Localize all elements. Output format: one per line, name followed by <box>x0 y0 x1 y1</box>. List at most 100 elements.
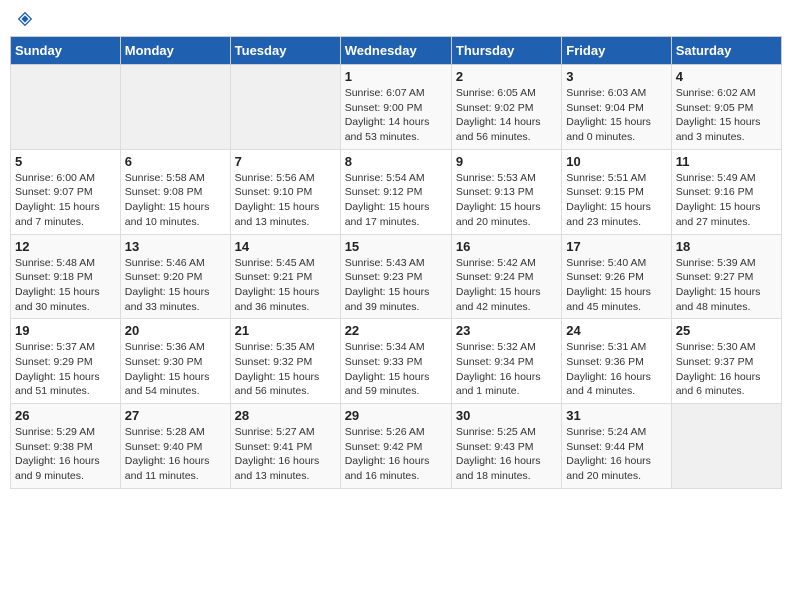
day-info: Sunrise: 5:49 AM Sunset: 9:16 PM Dayligh… <box>676 171 777 230</box>
calendar-cell: 24Sunrise: 5:31 AM Sunset: 9:36 PM Dayli… <box>562 319 671 404</box>
day-info: Sunrise: 5:34 AM Sunset: 9:33 PM Dayligh… <box>345 340 447 399</box>
calendar-cell: 16 Sunrise: 5:42 AM Sunset: 9:24 PM Dayli… <box>451 234 561 319</box>
day-number: 14 <box>235 239 336 254</box>
day-number: 7 <box>235 154 336 169</box>
day-number: 15 <box>345 239 447 254</box>
day-info: Sunrise: 6:00 AM Sunset: 9:07 PM Dayligh… <box>15 171 116 230</box>
day-number: 3 <box>566 69 666 84</box>
day-info: Sunrise: 5:26 AM Sunset: 9:42 PM Dayligh… <box>345 425 447 484</box>
header-day: Tuesday <box>230 37 340 65</box>
day-number: 30 <box>456 408 557 423</box>
calendar-cell: 20 Sunrise: 5:36 AM Sunset: 9:30 PM Dayli… <box>120 319 230 404</box>
calendar-cell: 15 Sunrise: 5:43 AM Sunset: 9:23 PM Dayli… <box>340 234 451 319</box>
day-number: 28 <box>235 408 336 423</box>
calendar-cell: 8Sunrise: 5:54 AM Sunset: 9:12 PM Daylig… <box>340 149 451 234</box>
calendar-cell: 26 Sunrise: 5:29 AM Sunset: 9:38 PM Dayli… <box>11 404 121 489</box>
day-number: 18 <box>676 239 777 254</box>
calendar-header: SundayMondayTuesdayWednesdayThursdayFrid… <box>11 37 782 65</box>
calendar-cell: 7 Sunrise: 5:56 AM Sunset: 9:10 PM Daylig… <box>230 149 340 234</box>
logo-icon <box>16 10 34 28</box>
calendar-cell: 9Sunrise: 5:53 AM Sunset: 9:13 PM Daylig… <box>451 149 561 234</box>
day-info: Sunrise: 5:32 AM Sunset: 9:34 PM Dayligh… <box>456 340 557 399</box>
day-info: Sunrise: 5:58 AM Sunset: 9:08 PM Dayligh… <box>125 171 226 230</box>
header-day: Sunday <box>11 37 121 65</box>
day-info: Sunrise: 5:48 AM Sunset: 9:18 PM Dayligh… <box>15 256 116 315</box>
calendar-cell: 23 Sunrise: 5:32 AM Sunset: 9:34 PM Dayli… <box>451 319 561 404</box>
day-info: Sunrise: 5:45 AM Sunset: 9:21 PM Dayligh… <box>235 256 336 315</box>
day-info: Sunrise: 5:31 AM Sunset: 9:36 PM Dayligh… <box>566 340 666 399</box>
day-number: 17 <box>566 239 666 254</box>
day-info: Sunrise: 6:03 AM Sunset: 9:04 PM Dayligh… <box>566 86 666 145</box>
calendar-cell: 17 Sunrise: 5:40 AM Sunset: 9:26 PM Dayli… <box>562 234 671 319</box>
header-day: Saturday <box>671 37 781 65</box>
day-info: Sunrise: 5:30 AM Sunset: 9:37 PM Dayligh… <box>676 340 777 399</box>
day-info: Sunrise: 5:35 AM Sunset: 9:32 PM Dayligh… <box>235 340 336 399</box>
header-day: Thursday <box>451 37 561 65</box>
day-number: 27 <box>125 408 226 423</box>
calendar-cell <box>230 65 340 150</box>
day-number: 26 <box>15 408 116 423</box>
day-number: 29 <box>345 408 447 423</box>
header-day: Wednesday <box>340 37 451 65</box>
calendar-week-row: 19 Sunrise: 5:37 AM Sunset: 9:29 PM Dayli… <box>11 319 782 404</box>
calendar-cell: 22 Sunrise: 5:34 AM Sunset: 9:33 PM Dayli… <box>340 319 451 404</box>
day-number: 23 <box>456 323 557 338</box>
calendar-cell: 5Sunrise: 6:00 AM Sunset: 9:07 PM Daylig… <box>11 149 121 234</box>
day-number: 21 <box>235 323 336 338</box>
day-number: 12 <box>15 239 116 254</box>
calendar-cell <box>11 65 121 150</box>
calendar-cell: 6 Sunrise: 5:58 AM Sunset: 9:08 PM Daylig… <box>120 149 230 234</box>
day-number: 6 <box>125 154 226 169</box>
calendar-cell: 14 Sunrise: 5:45 AM Sunset: 9:21 PM Dayli… <box>230 234 340 319</box>
day-info: Sunrise: 6:05 AM Sunset: 9:02 PM Dayligh… <box>456 86 557 145</box>
calendar-cell: 4 Sunrise: 6:02 AM Sunset: 9:05 PM Daylig… <box>671 65 781 150</box>
calendar-cell: 2Sunrise: 6:05 AM Sunset: 9:02 PM Daylig… <box>451 65 561 150</box>
day-info: Sunrise: 5:42 AM Sunset: 9:24 PM Dayligh… <box>456 256 557 315</box>
calendar-week-row: 26 Sunrise: 5:29 AM Sunset: 9:38 PM Dayli… <box>11 404 782 489</box>
day-info: Sunrise: 6:02 AM Sunset: 9:05 PM Dayligh… <box>676 86 777 145</box>
header-day: Friday <box>562 37 671 65</box>
logo <box>14 10 34 28</box>
day-number: 22 <box>345 323 447 338</box>
day-info: Sunrise: 5:43 AM Sunset: 9:23 PM Dayligh… <box>345 256 447 315</box>
day-number: 11 <box>676 154 777 169</box>
calendar-cell: 10 Sunrise: 5:51 AM Sunset: 9:15 PM Dayli… <box>562 149 671 234</box>
day-number: 9 <box>456 154 557 169</box>
day-number: 8 <box>345 154 447 169</box>
calendar-cell: 19 Sunrise: 5:37 AM Sunset: 9:29 PM Dayli… <box>11 319 121 404</box>
calendar-cell <box>671 404 781 489</box>
day-info: Sunrise: 5:37 AM Sunset: 9:29 PM Dayligh… <box>15 340 116 399</box>
day-info: Sunrise: 5:39 AM Sunset: 9:27 PM Dayligh… <box>676 256 777 315</box>
calendar-cell: 13Sunrise: 5:46 AM Sunset: 9:20 PM Dayli… <box>120 234 230 319</box>
day-info: Sunrise: 5:27 AM Sunset: 9:41 PM Dayligh… <box>235 425 336 484</box>
calendar-cell: 31Sunrise: 5:24 AM Sunset: 9:44 PM Dayli… <box>562 404 671 489</box>
day-info: Sunrise: 5:51 AM Sunset: 9:15 PM Dayligh… <box>566 171 666 230</box>
day-number: 20 <box>125 323 226 338</box>
calendar-cell: 29 Sunrise: 5:26 AM Sunset: 9:42 PM Dayli… <box>340 404 451 489</box>
calendar-cell: 25Sunrise: 5:30 AM Sunset: 9:37 PM Dayli… <box>671 319 781 404</box>
day-number: 19 <box>15 323 116 338</box>
day-number: 31 <box>566 408 666 423</box>
day-info: Sunrise: 5:29 AM Sunset: 9:38 PM Dayligh… <box>15 425 116 484</box>
day-info: Sunrise: 5:36 AM Sunset: 9:30 PM Dayligh… <box>125 340 226 399</box>
calendar-week-row: 1 Sunrise: 6:07 AM Sunset: 9:00 PM Daylig… <box>11 65 782 150</box>
day-number: 10 <box>566 154 666 169</box>
day-info: Sunrise: 5:56 AM Sunset: 9:10 PM Dayligh… <box>235 171 336 230</box>
day-info: Sunrise: 5:25 AM Sunset: 9:43 PM Dayligh… <box>456 425 557 484</box>
day-info: Sunrise: 6:07 AM Sunset: 9:00 PM Dayligh… <box>345 86 447 145</box>
calendar-cell: 28 Sunrise: 5:27 AM Sunset: 9:41 PM Dayli… <box>230 404 340 489</box>
calendar-cell: 27 Sunrise: 5:28 AM Sunset: 9:40 PM Dayli… <box>120 404 230 489</box>
day-info: Sunrise: 5:40 AM Sunset: 9:26 PM Dayligh… <box>566 256 666 315</box>
calendar-week-row: 12 Sunrise: 5:48 AM Sunset: 9:18 PM Dayli… <box>11 234 782 319</box>
calendar-cell: 21 Sunrise: 5:35 AM Sunset: 9:32 PM Dayli… <box>230 319 340 404</box>
day-info: Sunrise: 5:28 AM Sunset: 9:40 PM Dayligh… <box>125 425 226 484</box>
calendar-cell: 1 Sunrise: 6:07 AM Sunset: 9:00 PM Daylig… <box>340 65 451 150</box>
day-number: 13 <box>125 239 226 254</box>
calendar-body: 1 Sunrise: 6:07 AM Sunset: 9:00 PM Daylig… <box>11 65 782 489</box>
header <box>10 10 782 28</box>
day-number: 16 <box>456 239 557 254</box>
day-number: 1 <box>345 69 447 84</box>
day-number: 4 <box>676 69 777 84</box>
header-row: SundayMondayTuesdayWednesdayThursdayFrid… <box>11 37 782 65</box>
calendar-cell: 12 Sunrise: 5:48 AM Sunset: 9:18 PM Dayli… <box>11 234 121 319</box>
